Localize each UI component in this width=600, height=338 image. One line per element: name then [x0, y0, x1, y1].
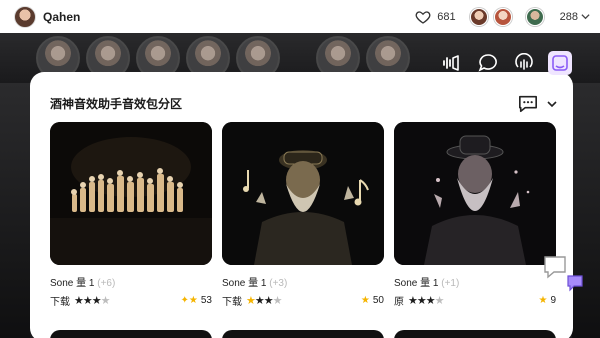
card-label: 下载 — [50, 297, 70, 308]
soundpack-card[interactable]: Sone 量 1 (+3) 下载 ★★★★ ★ 50 — [222, 122, 384, 308]
card-label: 原 — [394, 297, 404, 308]
background-right — [572, 83, 600, 338]
soundpack-card-next[interactable] — [394, 330, 556, 338]
panel-title: 酒神音效助手音效包分区 — [50, 97, 183, 111]
soundpack-card-next[interactable] — [222, 330, 384, 338]
count-value: 288 — [559, 10, 578, 23]
star-icon: ★ — [360, 295, 370, 306]
friend-avatar[interactable] — [493, 7, 512, 26]
heart-icon[interactable] — [415, 9, 431, 25]
comment-icon[interactable] — [517, 94, 539, 114]
count-dropdown[interactable]: 288 — [560, 11, 590, 23]
podcast-icon — [515, 53, 533, 70]
star-icon: ✦★ — [180, 295, 198, 306]
chat-icon — [478, 54, 497, 72]
card-label: 下载 — [222, 297, 242, 308]
soundpack-card[interactable]: Sone 量 1 (+6) 下载 ★★★★ ✦★ 53 — [50, 122, 212, 308]
top-bar: Qahen 681 288 — [0, 0, 600, 33]
rating-badge[interactable]: ★ 50 — [361, 295, 384, 306]
chevron-down-icon[interactable] — [547, 99, 557, 109]
card-title: Sone 量 1 (+3) — [222, 278, 288, 289]
background-left — [0, 83, 30, 338]
podcast-button[interactable] — [512, 51, 536, 75]
username[interactable]: Qahen — [43, 10, 80, 24]
card-title: Sone 量 1 (+1) — [394, 278, 460, 289]
card-meta: 下载 ★★★★ ★ 50 — [222, 293, 384, 308]
soundpack-panel: 酒神音效助手音效包分区 Sone 量 1 (+6) 下载 ★★★★ ✦★ 53 … — [30, 72, 573, 338]
star-rating: ★★★★ — [74, 295, 110, 307]
soundpack-thumbnail[interactable] — [50, 122, 212, 265]
media-toolbar — [440, 51, 572, 75]
user-avatar[interactable] — [14, 5, 36, 28]
card-meta: 下载 ★★★★ ✦★ 53 — [50, 293, 212, 308]
star-rating: ★★★★ — [408, 295, 444, 307]
rating-badge[interactable]: ✦★ 53 — [181, 295, 212, 306]
floating-notify-icon[interactable] — [566, 274, 584, 292]
sound-button[interactable] — [440, 51, 464, 75]
card-title: Sone 量 1 (+6) — [50, 278, 116, 289]
panel-actions — [517, 94, 557, 114]
music-button[interactable] — [548, 51, 572, 75]
chevron-down-icon — [581, 14, 590, 20]
friend-avatar[interactable] — [525, 7, 544, 26]
rating-badge[interactable]: ★ 9 — [538, 295, 556, 306]
card-meta: 原 ★★★★ ★ 9 — [394, 293, 556, 308]
star-rating: ★★★★ — [246, 295, 282, 307]
floating-chat-icon[interactable] — [542, 254, 568, 280]
soundpack-thumbnail[interactable] — [394, 122, 556, 265]
likes-count: 681 — [437, 10, 456, 23]
friend-avatar[interactable] — [469, 7, 488, 26]
soundpack-card-next[interactable] — [50, 330, 212, 338]
chat-button[interactable] — [476, 51, 500, 75]
music-icon — [552, 55, 568, 71]
star-icon: ★ — [538, 295, 548, 306]
soundpack-thumbnail[interactable] — [222, 122, 384, 265]
soundpack-card[interactable]: Sone 量 1 (+1) 原 ★★★★ ★ 9 — [394, 122, 556, 308]
topbar-right: 681 288 — [415, 7, 590, 26]
sound-icon — [443, 55, 459, 71]
